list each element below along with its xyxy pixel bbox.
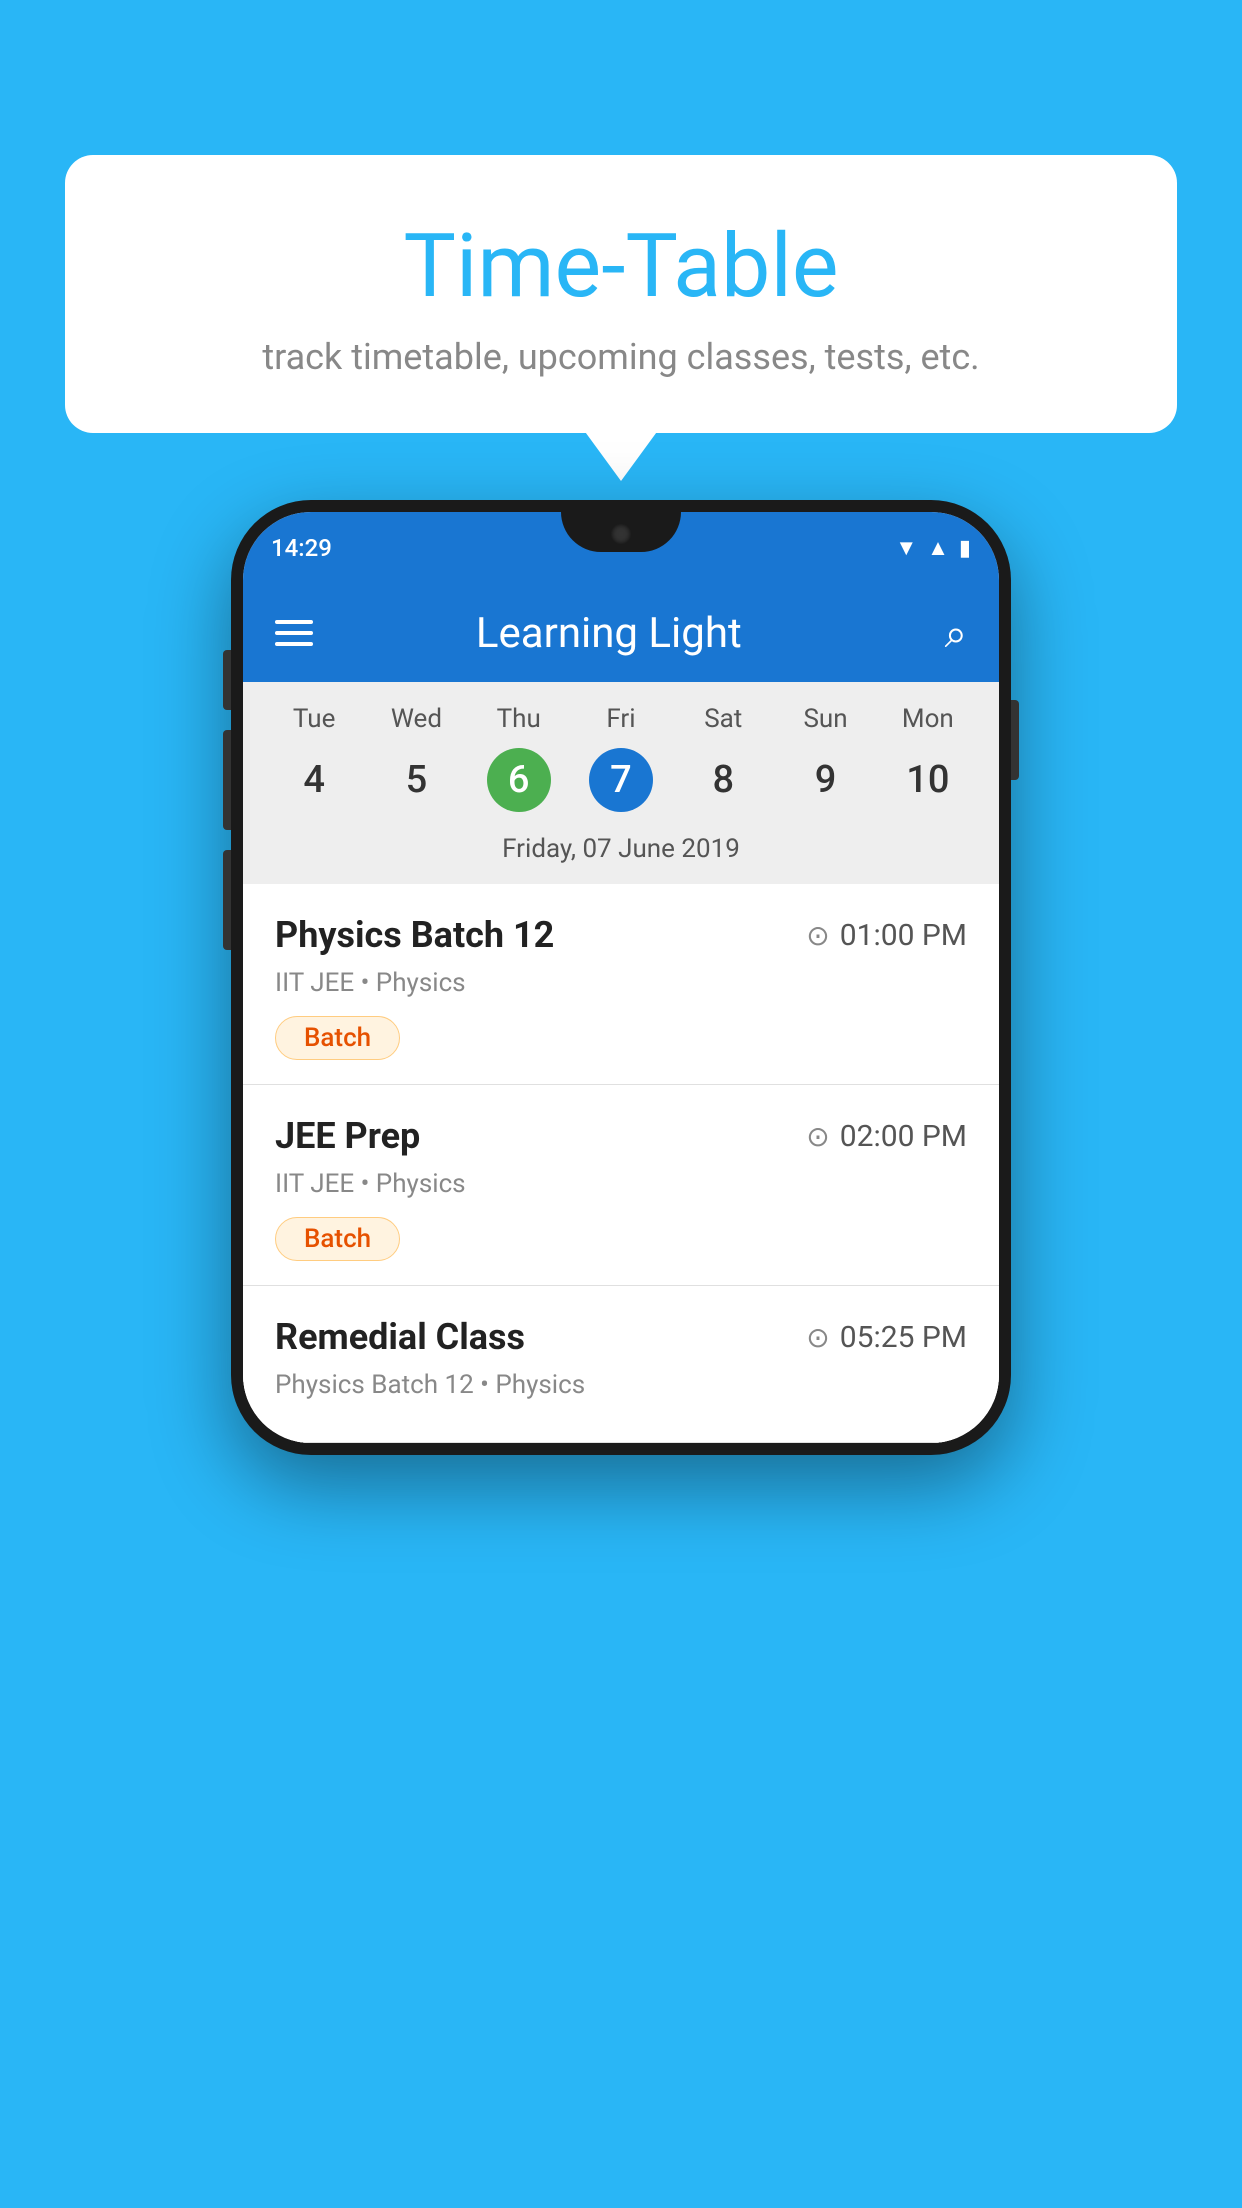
silent-button bbox=[223, 850, 231, 950]
event-header: Physics Batch 12 ⊙ 01:00 PM bbox=[275, 914, 967, 956]
notch-cutout bbox=[561, 512, 681, 552]
speech-bubble: Time-Table track timetable, upcoming cla… bbox=[65, 155, 1177, 433]
day-name: Fri bbox=[606, 704, 635, 734]
status-icons: ▼ ▲ ▮ bbox=[895, 535, 971, 561]
event-time: ⊙ 01:00 PM bbox=[806, 918, 967, 953]
bubble-title: Time-Table bbox=[125, 215, 1117, 318]
event-item-0[interactable]: Physics Batch 12 ⊙ 01:00 PM IIT JEE • Physi… bbox=[243, 884, 999, 1085]
selected-date-label: Friday, 07 June 2019 bbox=[243, 822, 999, 884]
calendar-day-7[interactable]: Fri 7 bbox=[570, 704, 672, 812]
wifi-icon: ▼ bbox=[895, 535, 917, 561]
event-title: Physics Batch 12 bbox=[275, 914, 554, 956]
signal-icon: ▲ bbox=[927, 535, 949, 561]
event-item-1[interactable]: JEE Prep ⊙ 02:00 PM IIT JEE • Physics Batch bbox=[243, 1085, 999, 1286]
calendar-section: Tue 4 Wed 5 Thu 6 Fri 7 Sat 8 Sun 9 Mon 10 Friday, 07… bbox=[243, 682, 999, 884]
event-item-2[interactable]: Remedial Class ⊙ 05:25 PM Physics Batch 12 … bbox=[243, 1286, 999, 1443]
calendar-day-5[interactable]: Wed 5 bbox=[365, 704, 467, 812]
day-name: Wed bbox=[391, 704, 442, 734]
status-time: 14:29 bbox=[271, 534, 332, 562]
events-section: Physics Batch 12 ⊙ 01:00 PM IIT JEE • Physi… bbox=[243, 884, 999, 1443]
event-time-text: 02:00 PM bbox=[840, 1119, 967, 1154]
event-meta: IIT JEE • Physics bbox=[275, 1169, 967, 1199]
volume-down-button bbox=[223, 730, 231, 830]
phone-screen: 14:29 ▼ ▲ ▮ Learning Light ⌕ bbox=[243, 512, 999, 1443]
clock-icon: ⊙ bbox=[806, 1120, 829, 1153]
front-camera bbox=[611, 524, 631, 544]
app-header: Learning Light ⌕ bbox=[243, 584, 999, 682]
event-header: Remedial Class ⊙ 05:25 PM bbox=[275, 1316, 967, 1358]
day-number[interactable]: 6 bbox=[487, 748, 551, 812]
event-time: ⊙ 05:25 PM bbox=[806, 1320, 967, 1355]
event-header: JEE Prep ⊙ 02:00 PM bbox=[275, 1115, 967, 1157]
day-number[interactable]: 7 bbox=[589, 748, 653, 812]
day-name: Mon bbox=[902, 704, 954, 734]
day-number[interactable]: 9 bbox=[794, 748, 858, 812]
calendar-day-9[interactable]: Sun 9 bbox=[774, 704, 876, 812]
day-name: Thu bbox=[497, 704, 541, 734]
calendar-day-4[interactable]: Tue 4 bbox=[263, 704, 365, 812]
day-name: Sun bbox=[803, 704, 847, 734]
calendar-day-6[interactable]: Thu 6 bbox=[468, 704, 570, 812]
power-button bbox=[1011, 700, 1019, 780]
event-time: ⊙ 02:00 PM bbox=[806, 1119, 967, 1154]
event-meta: Physics Batch 12 • Physics bbox=[275, 1370, 967, 1400]
phone-container: 14:29 ▼ ▲ ▮ Learning Light ⌕ bbox=[65, 500, 1177, 1455]
event-badge: Batch bbox=[275, 1016, 400, 1060]
phone-mockup: 14:29 ▼ ▲ ▮ Learning Light ⌕ bbox=[231, 500, 1011, 1455]
day-number[interactable]: 5 bbox=[384, 748, 448, 812]
event-badge: Batch bbox=[275, 1217, 400, 1261]
event-time-text: 01:00 PM bbox=[840, 918, 967, 953]
clock-icon: ⊙ bbox=[806, 919, 829, 952]
bubble-subtitle: track timetable, upcoming classes, tests… bbox=[125, 336, 1117, 378]
event-title: JEE Prep bbox=[275, 1115, 420, 1157]
event-time-text: 05:25 PM bbox=[840, 1320, 967, 1355]
days-row: Tue 4 Wed 5 Thu 6 Fri 7 Sat 8 Sun 9 Mon 10 bbox=[243, 682, 999, 822]
volume-up-button bbox=[223, 650, 231, 710]
event-meta: IIT JEE • Physics bbox=[275, 968, 967, 998]
clock-icon: ⊙ bbox=[806, 1321, 829, 1354]
day-number[interactable]: 10 bbox=[896, 748, 960, 812]
day-number[interactable]: 8 bbox=[691, 748, 755, 812]
search-icon[interactable]: ⌕ bbox=[945, 610, 967, 657]
day-name: Tue bbox=[293, 704, 335, 734]
battery-icon: ▮ bbox=[959, 536, 971, 561]
app-title: Learning Light bbox=[273, 609, 945, 658]
calendar-day-8[interactable]: Sat 8 bbox=[672, 704, 774, 812]
day-name: Sat bbox=[704, 704, 742, 734]
calendar-day-10[interactable]: Mon 10 bbox=[877, 704, 979, 812]
day-number[interactable]: 4 bbox=[282, 748, 346, 812]
event-title: Remedial Class bbox=[275, 1316, 525, 1358]
status-bar: 14:29 ▼ ▲ ▮ bbox=[243, 512, 999, 584]
speech-bubble-container: Time-Table track timetable, upcoming cla… bbox=[65, 155, 1177, 433]
